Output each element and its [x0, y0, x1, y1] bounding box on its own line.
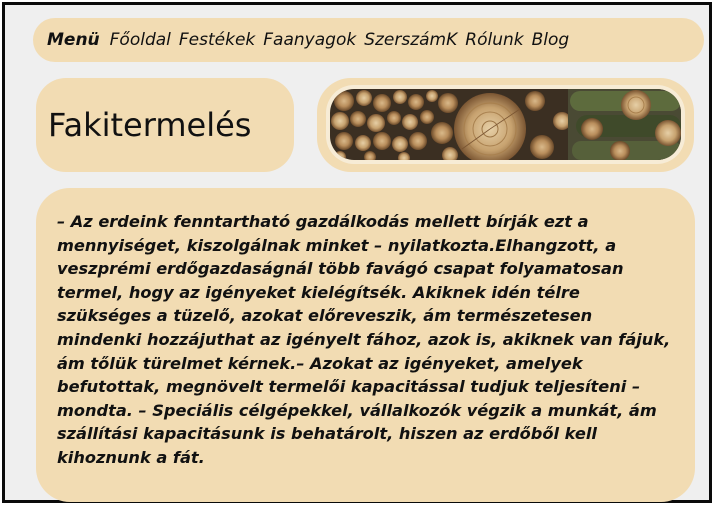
nav-link-fooldal[interactable]: Főoldal: [110, 30, 171, 50]
menu-label: Menü: [47, 30, 100, 50]
nav-link-rolunk[interactable]: Rólunk: [465, 30, 523, 50]
article-panel: – Az erdeink fenntartható gazdálkodás me…: [36, 188, 695, 502]
nav-link-blog[interactable]: Blog: [532, 30, 570, 50]
nav-link-szerszamk[interactable]: SzerszámK: [364, 30, 457, 50]
top-navigation: Menü Főoldal Festékek Faanyagok Szerszám…: [33, 18, 704, 62]
bark-logs-right: [568, 89, 681, 160]
page-frame: Menü Főoldal Festékek Faanyagok Szerszám…: [2, 2, 712, 503]
hero-image-panel: [317, 78, 694, 172]
nav-link-faanyagok[interactable]: Faanyagok: [263, 30, 356, 50]
nav-link-festekek[interactable]: Festékek: [179, 30, 255, 50]
page-title-panel: Fakitermelés: [36, 78, 294, 172]
page-title: Fakitermelés: [48, 106, 252, 144]
hero-image-frame: [326, 85, 685, 164]
firewood-logs-image: [330, 89, 681, 160]
article-text: – Az erdeink fenntartható gazdálkodás me…: [57, 212, 671, 467]
